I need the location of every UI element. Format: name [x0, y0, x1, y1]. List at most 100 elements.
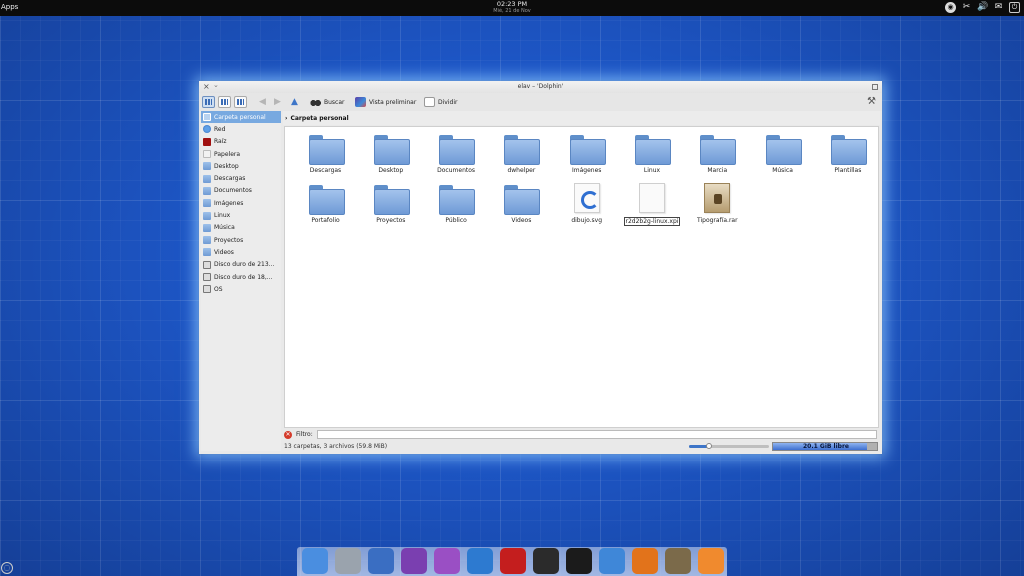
icons-view-icon: [202, 96, 215, 108]
filezilla-icon[interactable]: [500, 548, 526, 574]
file-item[interactable]: Desktop: [358, 133, 423, 174]
desktop-effects-icon[interactable]: [401, 548, 427, 574]
sidebar-item[interactable]: Raíz: [201, 136, 281, 148]
volume-icon[interactable]: 🔊: [977, 2, 988, 13]
network-icon: [203, 125, 211, 134]
sidebar-item[interactable]: Documentos: [201, 185, 281, 197]
eye-icon[interactable]: [434, 548, 460, 574]
preview-button[interactable]: Vista preliminar: [355, 95, 416, 109]
hard-disk-icon: [203, 260, 211, 269]
folder-icon: [700, 133, 737, 165]
sidebar-item[interactable]: Proyectos: [201, 234, 281, 246]
file-name: Linux: [643, 167, 661, 174]
terminal-icon[interactable]: [533, 548, 559, 574]
file-item[interactable]: Descargas: [293, 133, 358, 174]
forward-button[interactable]: ▶: [272, 95, 283, 109]
file-item[interactable]: Imágenes: [554, 133, 619, 174]
system-tools-icon[interactable]: [368, 548, 394, 574]
sidebar-item-label: Linux: [214, 212, 231, 220]
network-icon[interactable]: ◉: [945, 2, 956, 13]
file-item[interactable]: Portafolio: [293, 183, 358, 226]
file-name: Portafolio: [311, 217, 340, 224]
search-button[interactable]: Buscar: [310, 95, 345, 109]
editor-icon[interactable]: [599, 548, 625, 574]
media-player-icon[interactable]: [698, 548, 724, 574]
zoom-slider-handle[interactable]: [706, 443, 712, 449]
svg-file-icon: [573, 183, 600, 213]
activities-corner-icon[interactable]: ◌: [1, 562, 13, 574]
clock-date: Mié, 21 de Nov: [493, 8, 531, 14]
browser-icon[interactable]: [467, 548, 493, 574]
gimp-icon[interactable]: [665, 548, 691, 574]
sidebar-item[interactable]: OS: [201, 283, 281, 295]
forward-arrow-icon: ▶: [274, 96, 281, 107]
zoom-slider[interactable]: [689, 443, 769, 449]
sidebar-item[interactable]: Papelera: [201, 148, 281, 160]
file-item[interactable]: r2d2b2g-linux.xpi: [619, 183, 684, 226]
tools-icon[interactable]: ✂: [961, 2, 972, 13]
status-text: 13 carpetas, 3 archivos (59.8 MiB): [284, 443, 388, 450]
sidebar-item[interactable]: Música: [201, 222, 281, 234]
file-item[interactable]: dibujo.svg: [554, 183, 619, 226]
sidebar-item-label: Imágenes: [214, 199, 244, 207]
maximize-icon[interactable]: [872, 84, 878, 90]
file-name: Desktop: [378, 167, 404, 174]
rename-field[interactable]: r2d2b2g-linux.xpi: [623, 217, 681, 226]
details-view-button[interactable]: [218, 95, 231, 109]
window-title: elav – 'Dolphin': [517, 83, 564, 90]
up-button[interactable]: ▲: [289, 95, 300, 109]
file-view[interactable]: Descargas Desktop Documentos dwhelper Imágen…: [284, 126, 879, 428]
sidebar-item[interactable]: Videos: [201, 246, 281, 258]
folder-icon: [308, 133, 345, 165]
window-titlebar[interactable]: × ⌄ elav – 'Dolphin': [199, 81, 882, 93]
hard-disk-icon: [203, 273, 211, 281]
file-item[interactable]: Tipografía.rar: [685, 183, 750, 226]
file-item[interactable]: Música: [750, 133, 815, 174]
file-name: Marcia: [707, 167, 728, 174]
clock[interactable]: 02:23 PM Mié, 21 de Nov: [0, 0, 1024, 14]
inkscape-icon[interactable]: [566, 548, 592, 574]
file-item[interactable]: Videos: [489, 183, 554, 226]
columns-view-icon: [234, 96, 247, 108]
folder-icon: [569, 133, 606, 165]
clock-time: 02:23 PM: [496, 0, 528, 8]
sidebar-item[interactable]: Linux: [201, 209, 281, 221]
power-icon[interactable]: ⏻: [1009, 2, 1020, 13]
breadcrumb[interactable]: › Carpeta personal: [283, 111, 880, 125]
clear-filter-icon[interactable]: ✕: [284, 430, 292, 439]
file-name: Plantillas: [834, 167, 862, 174]
folder-icon: [203, 236, 211, 245]
file-item[interactable]: dwhelper: [489, 133, 554, 174]
file-item[interactable]: Documentos: [424, 133, 489, 174]
configure-icon[interactable]: ⚒: [867, 96, 876, 107]
sidebar-item[interactable]: Descargas: [201, 172, 281, 184]
file-name: Público: [445, 217, 467, 224]
sidebar-item[interactable]: Disco duro de 213...: [201, 259, 281, 271]
file-item[interactable]: Linux: [619, 133, 684, 174]
split-button[interactable]: Dividir: [424, 95, 457, 109]
columns-view-button[interactable]: [234, 95, 247, 109]
sidebar-item[interactable]: Disco duro de 18,...: [201, 271, 281, 283]
folder-icon: [203, 199, 211, 208]
sidebar-item[interactable]: Desktop: [201, 160, 281, 172]
up-arrow-icon: ▲: [291, 96, 298, 107]
file-item[interactable]: Público: [424, 183, 489, 226]
filter-input[interactable]: [316, 430, 877, 439]
file-item[interactable]: Plantillas: [815, 133, 880, 174]
sidebar-item[interactable]: Carpeta personal: [201, 111, 281, 124]
sidebar-item[interactable]: Red: [201, 123, 281, 135]
file-manager-icon[interactable]: [302, 548, 328, 574]
folder-icon: [504, 133, 541, 165]
file-item[interactable]: Proyectos: [358, 183, 423, 226]
archive-icon[interactable]: [335, 548, 361, 574]
file-item[interactable]: Marcia: [685, 133, 750, 174]
root-folder-icon: [203, 137, 211, 146]
firefox-icon[interactable]: [632, 548, 658, 574]
file-name: Tipografía.rar: [697, 217, 738, 224]
filter-label: Filtro:: [296, 431, 313, 438]
sidebar-item[interactable]: Imágenes: [201, 197, 281, 209]
back-button[interactable]: ◀: [257, 95, 268, 109]
chat-icon[interactable]: ✉: [993, 2, 1004, 13]
breadcrumb-current[interactable]: Carpeta personal: [290, 115, 348, 122]
icons-view-button[interactable]: [202, 95, 215, 109]
